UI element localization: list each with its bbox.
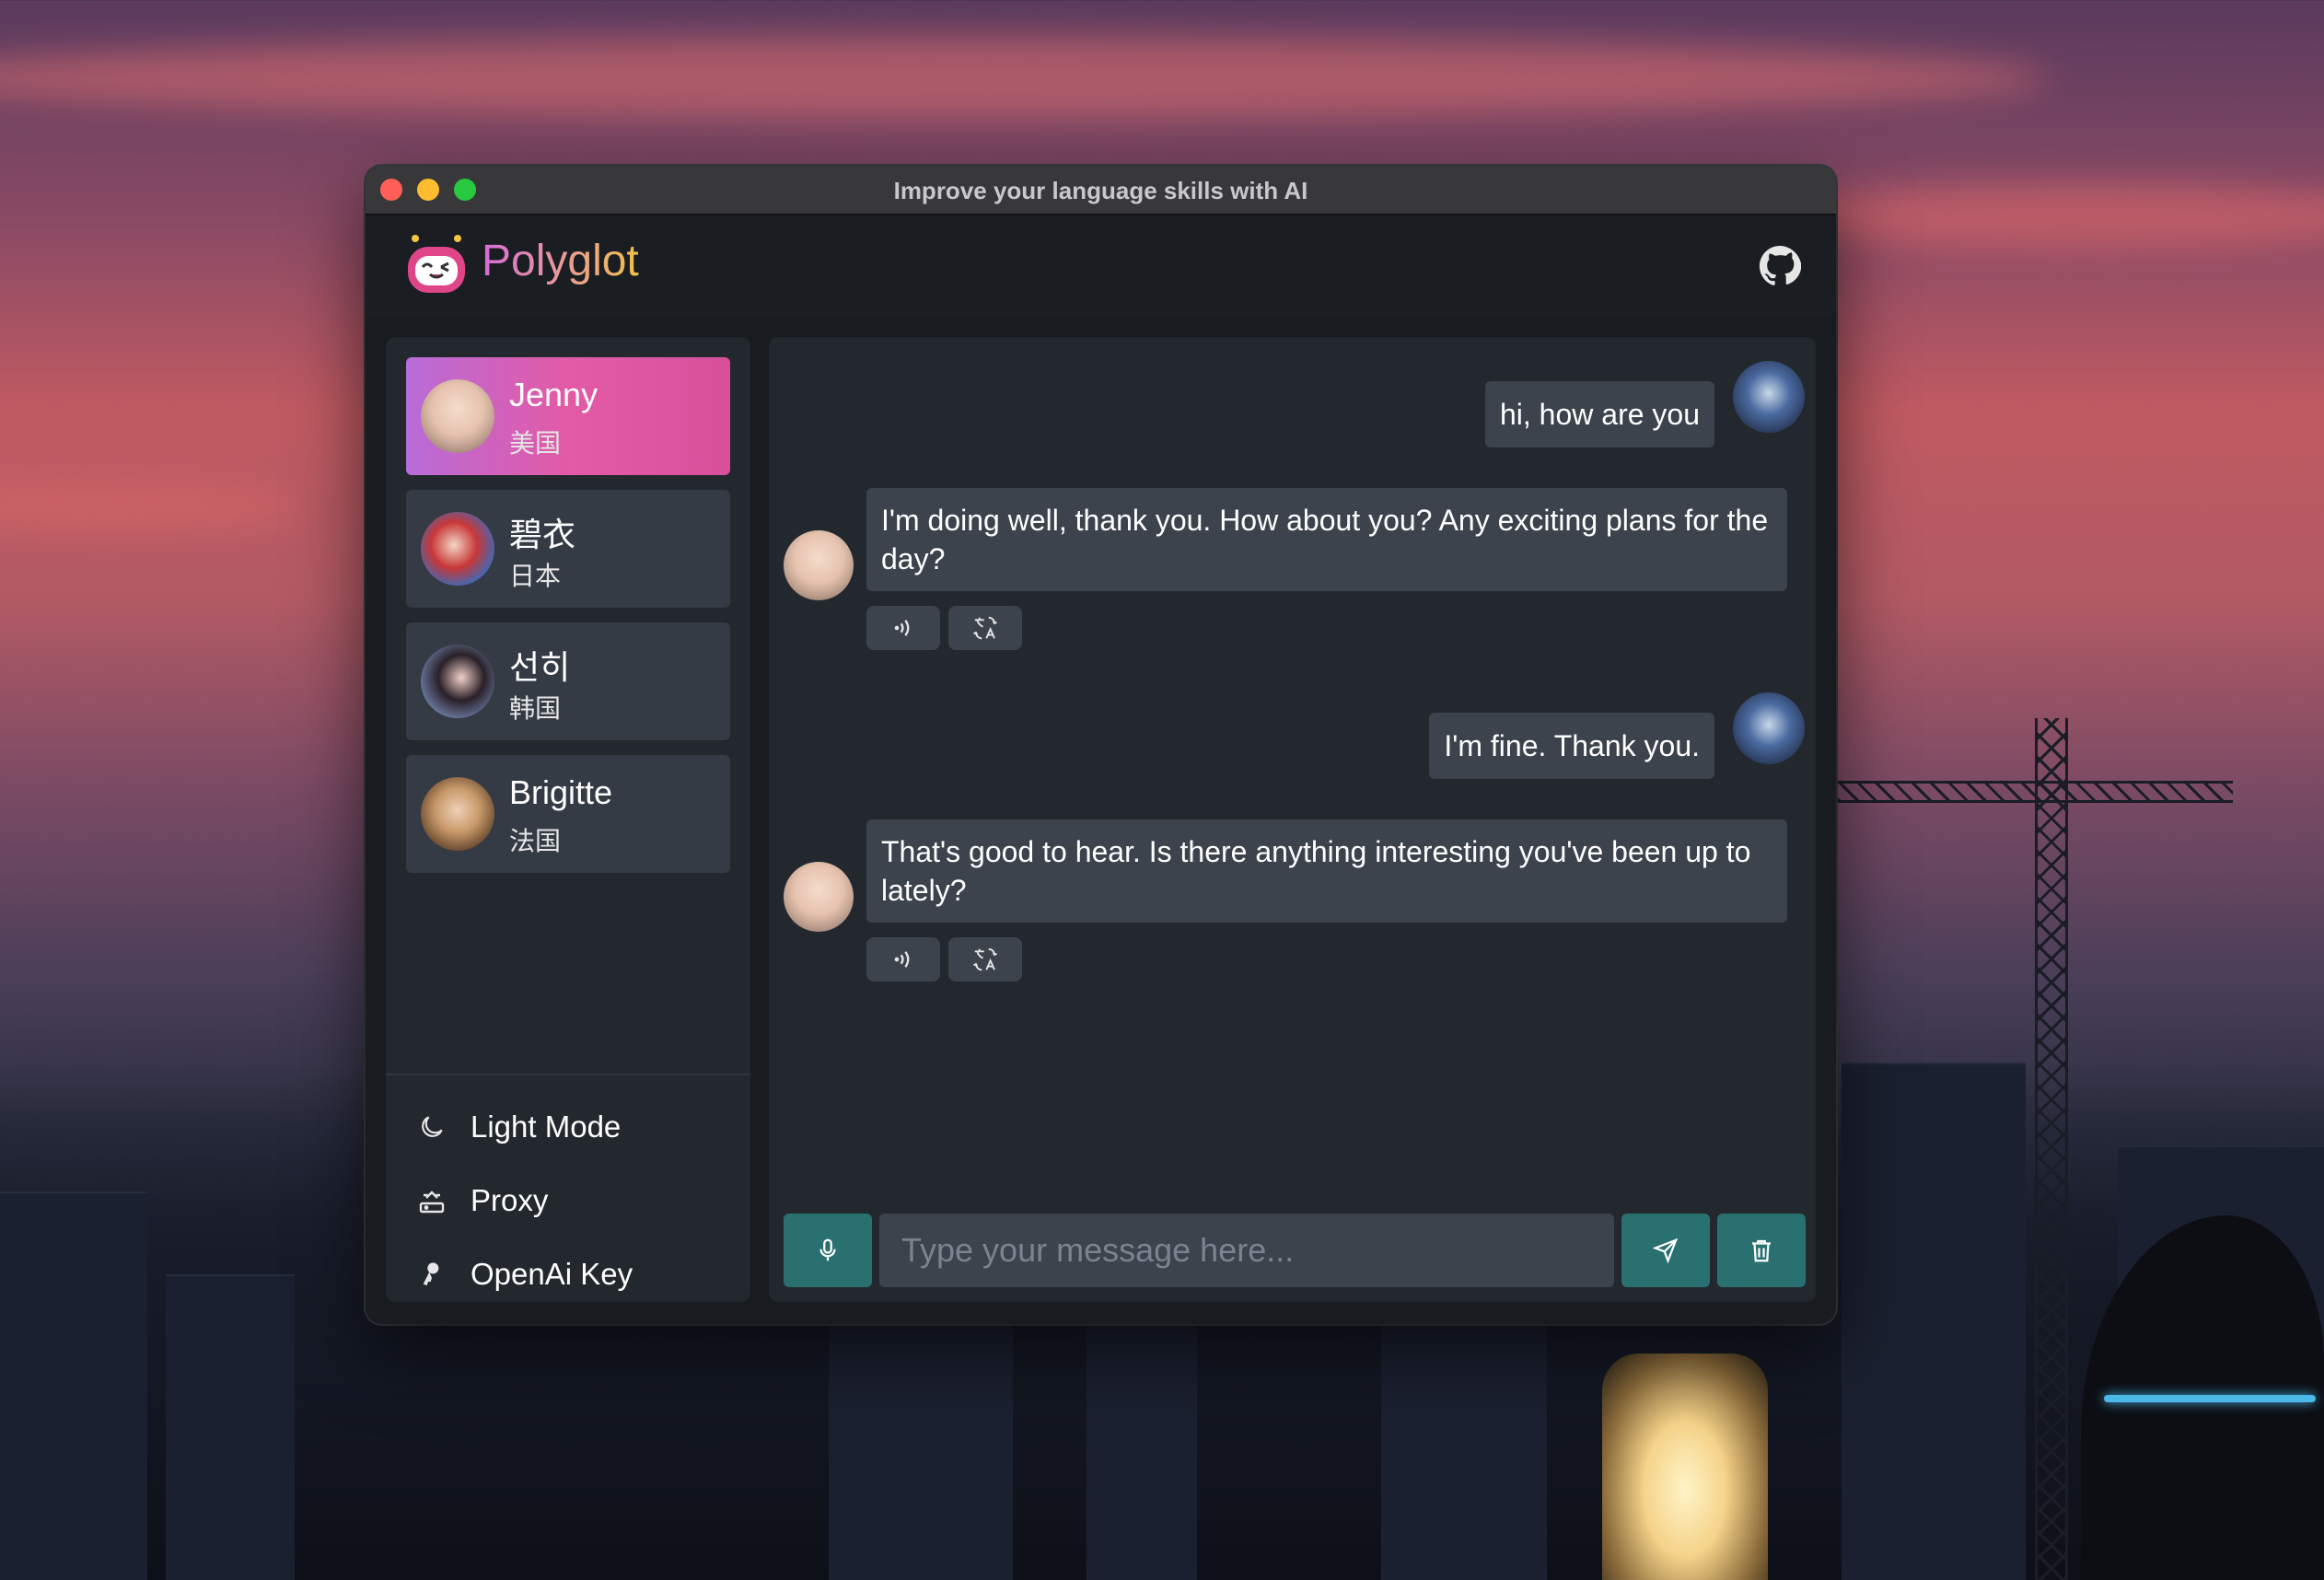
sky-cloud	[0, 479, 298, 534]
avatar	[421, 379, 494, 453]
avatar	[421, 645, 494, 718]
composer	[784, 1214, 1806, 1287]
contact-name: Brigitte	[509, 773, 613, 811]
avatar	[421, 512, 494, 586]
crane-tower	[2035, 718, 2068, 1580]
main-area: Jenny 美国 碧衣 日本 선히 韩国 Brigitte 法国 Light M…	[366, 317, 1836, 1324]
chat-panel: hi, how are you I'm doing well, thank yo…	[769, 337, 1816, 1302]
microphone-button[interactable]	[784, 1214, 872, 1287]
building	[1842, 1063, 2026, 1580]
user-message: I'm fine. Thank you.	[1429, 713, 1714, 779]
building	[0, 1191, 147, 1580]
contact-name: 碧衣	[509, 516, 576, 553]
assistant-avatar	[784, 862, 854, 932]
avatar	[421, 777, 494, 851]
proxy-settings[interactable]: Proxy	[413, 1175, 548, 1226]
option-label: Light Mode	[471, 1109, 622, 1144]
contact-seonhi[interactable]: 선히 韩国	[406, 622, 730, 740]
option-label: Proxy	[471, 1183, 549, 1217]
play-audio-button[interactable]	[866, 606, 940, 650]
window-title: Improve your language skills with AI	[893, 177, 1308, 204]
sidebar-divider	[386, 1074, 750, 1075]
contact-country: 韩国	[509, 694, 562, 723]
proxy-icon	[413, 1182, 450, 1219]
building	[1381, 1302, 1547, 1580]
contact-country: 美国	[509, 429, 562, 458]
assistant-avatar	[784, 530, 854, 600]
building	[829, 1311, 1013, 1580]
crane-jib	[1837, 781, 2233, 803]
contact-name: Jenny	[509, 376, 598, 413]
light-mode-toggle[interactable]: Light Mode	[413, 1101, 621, 1153]
cat-collar	[2104, 1395, 2316, 1402]
lantern	[1602, 1353, 1768, 1580]
sidebar: Jenny 美国 碧衣 日本 선히 韩国 Brigitte 法国 Light M…	[386, 337, 750, 1302]
play-audio-button[interactable]	[866, 937, 940, 982]
trash-icon	[1752, 1239, 1771, 1262]
app-window: Improve your language skills with AI Pol…	[366, 166, 1836, 1324]
titlebar: Improve your language skills with AI	[366, 166, 1836, 215]
translate-icon	[973, 947, 997, 971]
user-avatar	[1733, 692, 1805, 764]
assistant-message: I'm doing well, thank you. How about you…	[866, 488, 1787, 591]
brand-name: Polyglot	[482, 237, 639, 285]
contact-brigitte[interactable]: Brigitte 法国	[406, 755, 730, 873]
speaker-icon	[894, 620, 910, 636]
moon-icon	[413, 1109, 450, 1145]
contact-jenny[interactable]: Jenny 美国	[406, 357, 730, 475]
send-icon	[1652, 1237, 1679, 1264]
user-message: hi, how are you	[1484, 381, 1714, 447]
send-button[interactable]	[1621, 1214, 1710, 1287]
translate-button[interactable]	[948, 937, 1022, 982]
user-avatar	[1733, 361, 1805, 433]
speaker-icon	[894, 951, 910, 968]
clear-chat-button[interactable]	[1717, 1214, 1806, 1287]
translate-button[interactable]	[948, 606, 1022, 650]
microphone-icon	[819, 1238, 836, 1261]
github-icon[interactable]	[1759, 245, 1801, 287]
sky-cloud	[0, 37, 2048, 120]
openai-key-settings[interactable]: OpenAi Key	[413, 1249, 633, 1300]
message-input[interactable]	[879, 1214, 1614, 1287]
option-label: OpenAi Key	[471, 1257, 633, 1291]
contact-name: 선히	[509, 648, 571, 686]
translate-icon	[973, 616, 997, 640]
contact-biyi[interactable]: 碧衣 日本	[406, 490, 730, 608]
robot-logo-icon	[408, 235, 465, 293]
assistant-message: That's good to hear. Is there anything i…	[866, 819, 1787, 923]
key-icon	[413, 1256, 450, 1293]
contact-country: 法国	[509, 827, 562, 855]
building	[166, 1274, 295, 1580]
contact-country: 日本	[509, 562, 562, 590]
app-header: Polyglot	[366, 215, 1836, 319]
